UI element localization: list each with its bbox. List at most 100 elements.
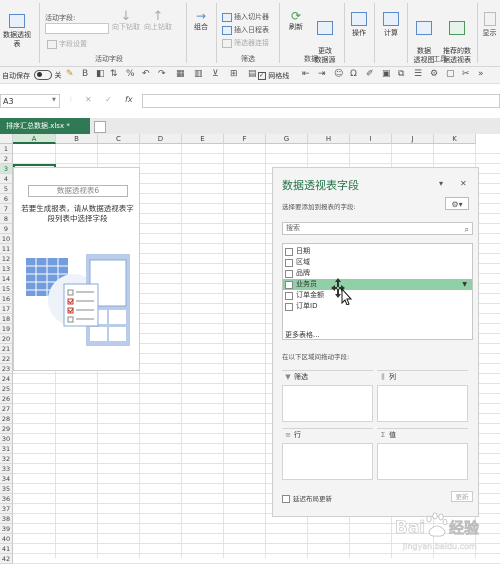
filters-drop-zone[interactable] xyxy=(282,385,373,422)
table-icon[interactable]: ▦ xyxy=(176,69,185,79)
cancel-icon[interactable]: ✕ xyxy=(85,95,92,104)
insert-function-icon[interactable]: fx xyxy=(125,95,133,104)
formula-input[interactable] xyxy=(142,94,500,108)
drill-up-button[interactable]: ↑ 向上钻取 xyxy=(143,10,173,32)
settings-icon[interactable]: ⚙ xyxy=(430,69,438,79)
more-tables-link[interactable]: 更多表格... xyxy=(285,330,320,339)
field-checkbox[interactable] xyxy=(285,248,293,256)
image-icon[interactable]: ▣ xyxy=(382,69,391,79)
columns-area[interactable]: ⫼ 列 xyxy=(377,370,468,422)
row-header-1[interactable]: 1 xyxy=(0,144,13,154)
rows-drop-zone[interactable] xyxy=(282,443,373,480)
calculations-button[interactable]: 计算 xyxy=(378,12,404,38)
row-header-19[interactable]: 19 xyxy=(0,324,13,334)
bold-icon[interactable]: B xyxy=(82,69,88,79)
search-icon[interactable]: ⌕ xyxy=(465,224,469,235)
pane-close-icon[interactable]: ✕ xyxy=(460,179,467,188)
name-box-dropdown-icon[interactable]: ▼ xyxy=(52,97,56,103)
sort-icon[interactable]: ⇅ xyxy=(110,69,118,79)
row-header-13[interactable]: 13 xyxy=(0,264,13,274)
row-header-2[interactable]: 2 xyxy=(0,154,13,164)
select-all-corner[interactable] xyxy=(0,134,13,144)
arrow-right-icon[interactable]: ⇥ xyxy=(318,69,326,79)
autosave-toggle[interactable]: 关 xyxy=(34,70,62,81)
row-header-36[interactable]: 36 xyxy=(0,494,13,504)
field-checkbox[interactable] xyxy=(285,303,293,311)
name-box[interactable]: A3 xyxy=(0,94,60,108)
show-button[interactable]: 显示 xyxy=(479,12,500,38)
field-list[interactable]: 日期 区域 品牌 业务员 ▼ 订单金额 订单ID 更多表格... xyxy=(282,243,473,340)
row-header-8[interactable]: 8 xyxy=(0,214,13,224)
insert-timeline-button[interactable]: 插入日程表 xyxy=(222,25,269,35)
field-settings-button[interactable]: 字段设置 xyxy=(47,39,87,49)
actions-button[interactable]: 操作 xyxy=(347,12,371,38)
column-header-i[interactable]: I xyxy=(350,134,392,144)
row-header-3[interactable]: 3 xyxy=(0,164,13,174)
refresh-button[interactable]: ⟳ 刷新 xyxy=(283,10,309,32)
drill-down-button[interactable]: ↓ 向下钻取 xyxy=(111,10,141,32)
row-header-18[interactable]: 18 xyxy=(0,314,13,324)
field-item[interactable]: 品牌 xyxy=(283,268,472,279)
row-header-23[interactable]: 23 xyxy=(0,364,13,374)
filter-icon[interactable]: ⊻ xyxy=(212,69,219,79)
row-header-25[interactable]: 25 xyxy=(0,384,13,394)
field-checkbox[interactable] xyxy=(285,281,293,289)
chart-icon[interactable]: ▥ xyxy=(194,69,203,79)
row-header-27[interactable]: 27 xyxy=(0,404,13,414)
row-header-4[interactable]: 4 xyxy=(0,174,13,184)
column-header-f[interactable]: F xyxy=(224,134,266,144)
file-tab[interactable]: 排序汇总数据.xlsx * xyxy=(0,118,90,134)
row-header-38[interactable]: 38 xyxy=(0,514,13,524)
column-header-j[interactable]: J xyxy=(392,134,434,144)
field-item[interactable]: 区域 xyxy=(283,257,472,268)
more-icon[interactable]: » xyxy=(478,69,484,79)
row-header-39[interactable]: 39 xyxy=(0,524,13,534)
freeze-icon[interactable]: ⊞ xyxy=(230,69,238,79)
row-header-17[interactable]: 17 xyxy=(0,304,13,314)
row-header-37[interactable]: 37 xyxy=(0,504,13,514)
row-header-32[interactable]: 32 xyxy=(0,454,13,464)
fill-icon[interactable]: ◧ xyxy=(96,69,105,79)
pivot-table-placeholder[interactable]: 数据透视表6 若要生成报表，请从数据透视表字段列表中选择字段 xyxy=(13,167,140,371)
copy-icon[interactable]: ⧉ xyxy=(398,69,404,79)
filter-connections-button[interactable]: 筛选器连接 xyxy=(222,38,269,48)
gridlines-toggle[interactable]: ✓ 网格线 xyxy=(258,71,289,81)
values-area[interactable]: Σ值 xyxy=(377,428,468,480)
pane-settings-button[interactable]: ⚙▾ xyxy=(445,197,469,210)
percent-icon[interactable]: % xyxy=(126,69,135,79)
row-header-10[interactable]: 10 xyxy=(0,234,13,244)
field-checkbox[interactable] xyxy=(285,259,293,267)
column-header-h[interactable]: H xyxy=(308,134,350,144)
confirm-icon[interactable]: ✓ xyxy=(105,95,112,104)
column-header-a[interactable]: A xyxy=(13,134,56,144)
row-header-28[interactable]: 28 xyxy=(0,414,13,424)
rows-area[interactable]: ≡ 行 xyxy=(282,428,373,480)
row-header-11[interactable]: 11 xyxy=(0,244,13,254)
row-header-40[interactable]: 40 xyxy=(0,534,13,544)
pivot-table-name-button[interactable]: 数据透视表 xyxy=(0,14,34,49)
row-header-20[interactable]: 20 xyxy=(0,334,13,344)
defer-update-checkbox[interactable]: 延迟布局更新 xyxy=(282,493,332,503)
row-header-7[interactable]: 7 xyxy=(0,204,13,214)
update-button[interactable]: 更新 xyxy=(451,491,473,502)
arrow-left-icon[interactable]: ⇤ xyxy=(302,69,310,79)
smile-icon[interactable]: ☺ xyxy=(334,69,343,79)
cut-icon[interactable]: ✂ xyxy=(462,69,470,79)
row-header-14[interactable]: 14 xyxy=(0,274,13,284)
active-field-input[interactable] xyxy=(45,23,109,34)
row-header-9[interactable]: 9 xyxy=(0,224,13,234)
row-header-6[interactable]: 6 xyxy=(0,194,13,204)
field-dropdown-icon[interactable]: ▼ xyxy=(462,279,467,290)
row-header-42[interactable]: 42 xyxy=(0,554,13,564)
row-header-34[interactable]: 34 xyxy=(0,474,13,484)
field-search-input[interactable]: 搜索 ⌕ xyxy=(282,222,473,235)
tab-close-button[interactable] xyxy=(94,121,106,133)
row-header-12[interactable]: 12 xyxy=(0,254,13,264)
field-item[interactable]: 日期 xyxy=(283,246,472,257)
row-header-16[interactable]: 16 xyxy=(0,294,13,304)
omega-icon[interactable]: Ω xyxy=(350,69,357,79)
row-header-30[interactable]: 30 xyxy=(0,434,13,444)
field-item[interactable]: 订单ID xyxy=(283,301,472,312)
row-header-35[interactable]: 35 xyxy=(0,484,13,494)
row-header-5[interactable]: 5 xyxy=(0,184,13,194)
